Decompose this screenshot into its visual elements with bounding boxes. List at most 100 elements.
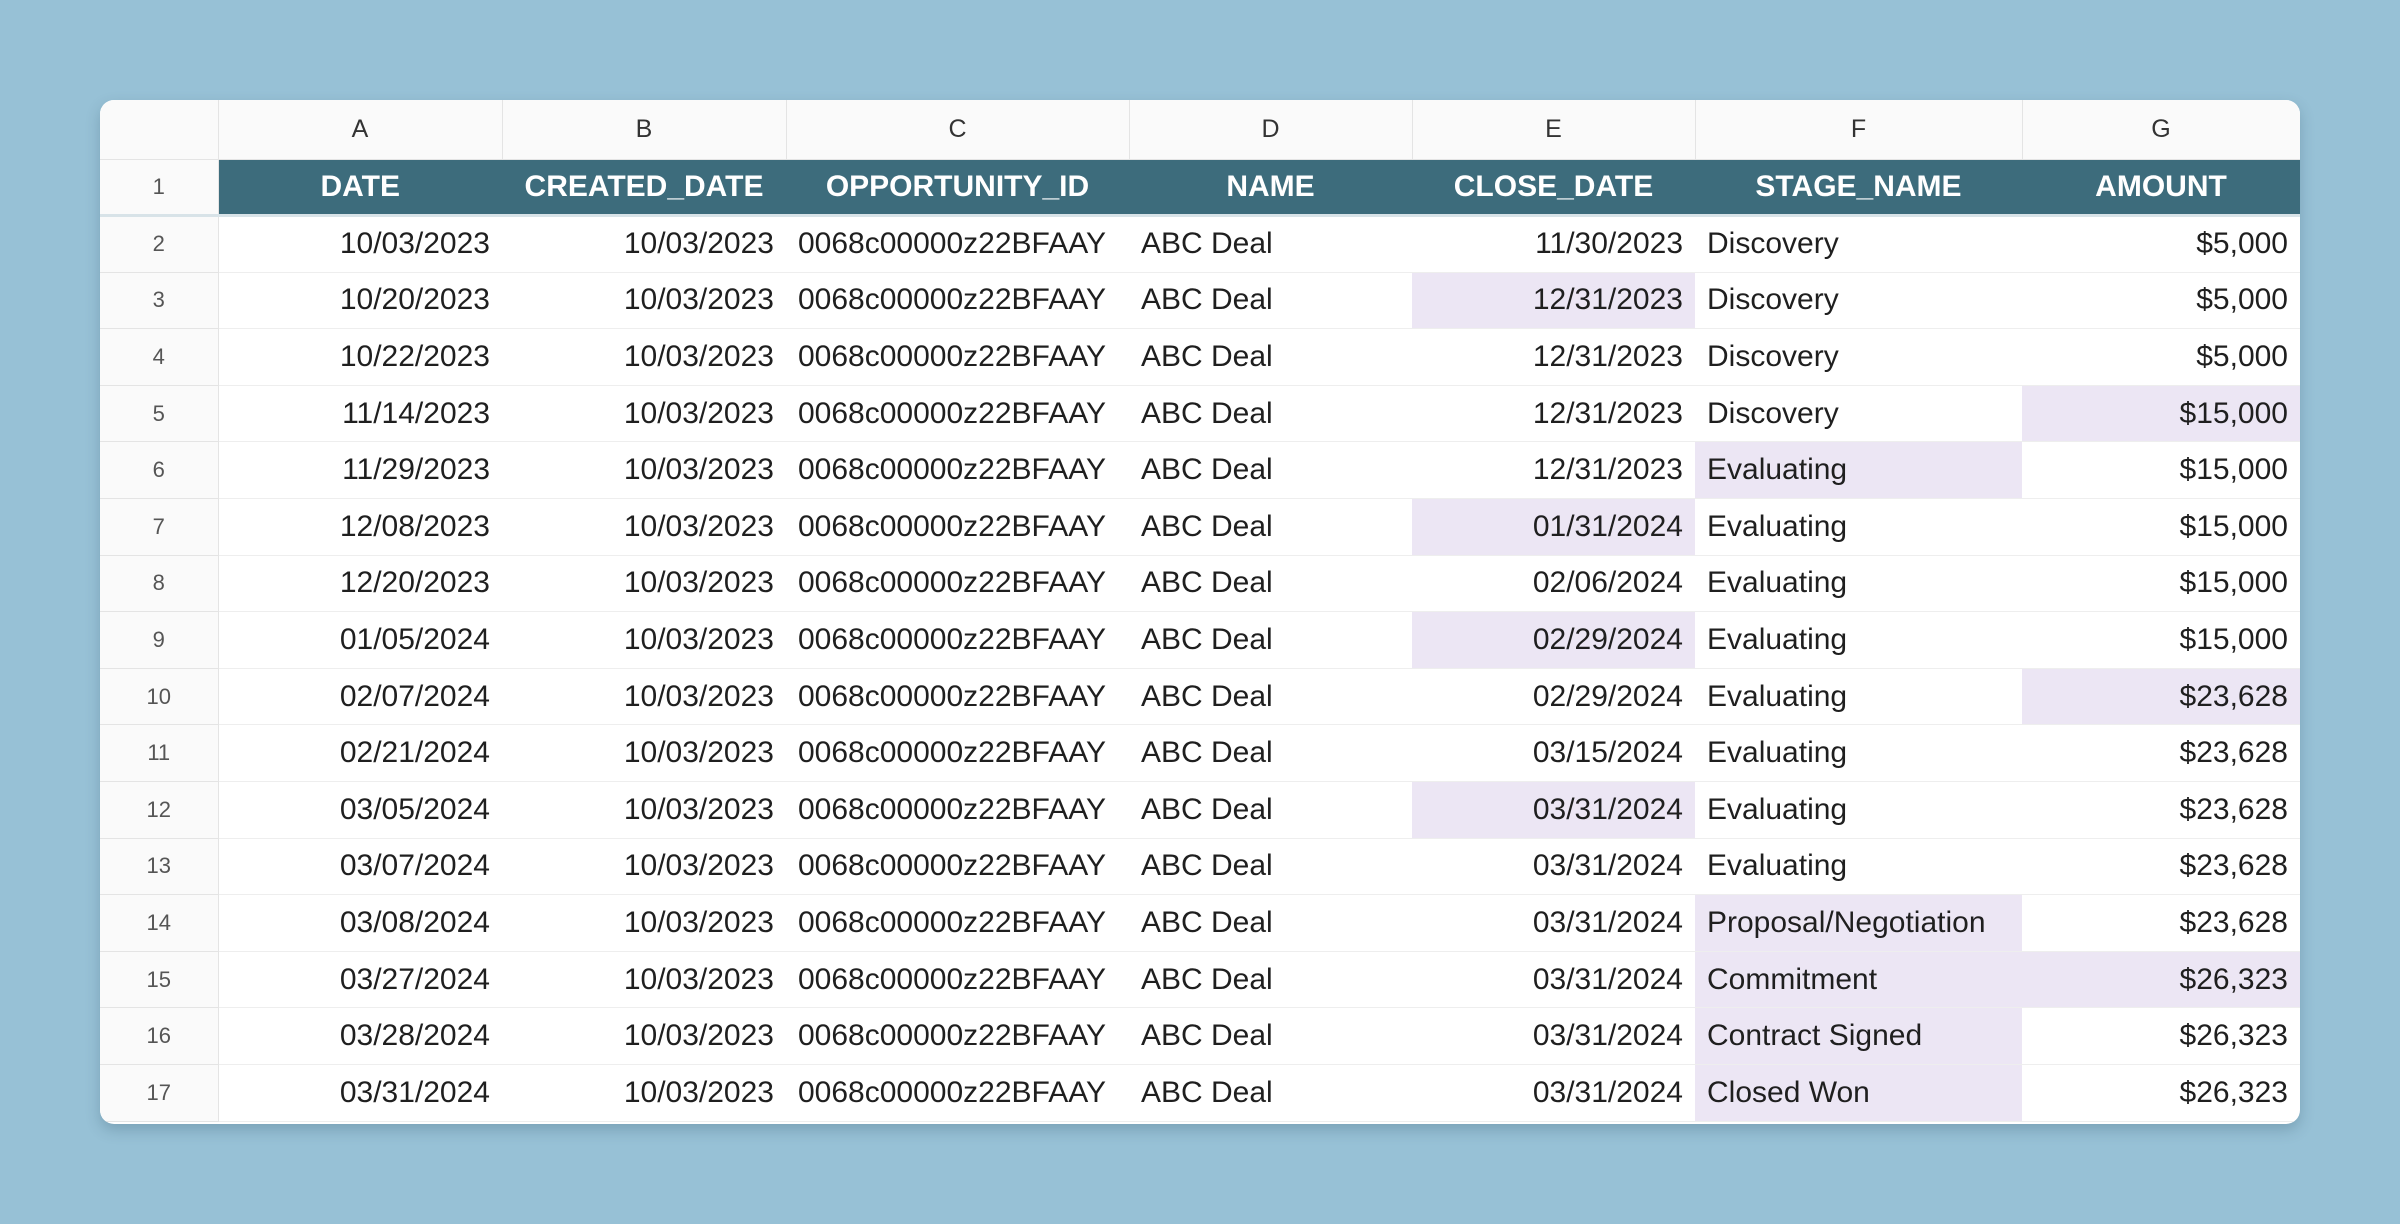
cell-date[interactable]: 10/20/2023 (218, 272, 502, 330)
cell-amount[interactable]: $15,000 (2022, 555, 2300, 613)
select-all-corner[interactable] (100, 100, 219, 160)
cell-created-date[interactable]: 10/03/2023 (502, 215, 786, 273)
cell-stage-name[interactable]: Proposal/Negotiation (1695, 894, 2022, 952)
cell-name[interactable]: ABC Deal (1129, 385, 1412, 443)
cell-amount[interactable]: $23,628 (2022, 781, 2300, 839)
cell-amount[interactable]: $23,628 (2022, 838, 2300, 896)
cell-opportunity-id[interactable]: 0068c00000z22BFAAY (786, 215, 1129, 273)
cell-name[interactable]: ABC Deal (1129, 894, 1412, 952)
cell-opportunity-id[interactable]: 0068c00000z22BFAAY (786, 1007, 1129, 1065)
cell-close-date[interactable]: 12/31/2023 (1412, 272, 1695, 330)
cell-close-date[interactable]: 02/29/2024 (1412, 611, 1695, 669)
column-letter-e[interactable]: E (1412, 100, 1696, 160)
cell-stage-name[interactable]: Closed Won (1695, 1064, 2022, 1122)
cell-amount[interactable]: $15,000 (2022, 385, 2300, 443)
cell-name[interactable]: ABC Deal (1129, 498, 1412, 556)
header-opportunity-id[interactable]: OPPORTUNITY_ID (786, 159, 1129, 216)
cell-stage-name[interactable]: Discovery (1695, 385, 2022, 443)
header-created-date[interactable]: CREATED_DATE (502, 159, 786, 216)
cell-close-date[interactable]: 02/06/2024 (1412, 555, 1695, 613)
row-number[interactable]: 14 (100, 894, 219, 952)
cell-stage-name[interactable]: Contract Signed (1695, 1007, 2022, 1065)
cell-stage-name[interactable]: Commitment (1695, 951, 2022, 1009)
cell-amount[interactable]: $15,000 (2022, 498, 2300, 556)
cell-stage-name[interactable]: Evaluating (1695, 781, 2022, 839)
row-number[interactable]: 13 (100, 838, 219, 896)
row-number[interactable]: 3 (100, 272, 219, 330)
row-number[interactable]: 9 (100, 611, 219, 669)
row-number[interactable]: 2 (100, 215, 219, 273)
cell-date[interactable]: 01/05/2024 (218, 611, 502, 669)
cell-date[interactable]: 10/03/2023 (218, 215, 502, 273)
cell-stage-name[interactable]: Evaluating (1695, 441, 2022, 500)
cell-name[interactable]: ABC Deal (1129, 724, 1412, 783)
cell-close-date[interactable]: 03/31/2024 (1412, 951, 1695, 1009)
cell-name[interactable]: ABC Deal (1129, 1007, 1412, 1065)
cell-created-date[interactable]: 10/03/2023 (502, 781, 786, 839)
cell-opportunity-id[interactable]: 0068c00000z22BFAAY (786, 951, 1129, 1009)
cell-created-date[interactable]: 10/03/2023 (502, 272, 786, 330)
row-number[interactable]: 1 (100, 159, 219, 217)
column-letter-f[interactable]: F (1695, 100, 2023, 160)
cell-close-date[interactable]: 03/31/2024 (1412, 1064, 1695, 1122)
column-letter-c[interactable]: C (786, 100, 1130, 160)
cell-opportunity-id[interactable]: 0068c00000z22BFAAY (786, 555, 1129, 613)
cell-created-date[interactable]: 10/03/2023 (502, 555, 786, 613)
cell-date[interactable]: 11/14/2023 (218, 385, 502, 443)
cell-stage-name[interactable]: Evaluating (1695, 724, 2022, 783)
cell-date[interactable]: 03/05/2024 (218, 781, 502, 839)
cell-opportunity-id[interactable]: 0068c00000z22BFAAY (786, 894, 1129, 952)
cell-opportunity-id[interactable]: 0068c00000z22BFAAY (786, 272, 1129, 330)
cell-close-date[interactable]: 03/31/2024 (1412, 894, 1695, 952)
cell-amount[interactable]: $26,323 (2022, 1064, 2300, 1122)
cell-date[interactable]: 02/07/2024 (218, 668, 502, 726)
row-number[interactable]: 5 (100, 385, 219, 443)
cell-close-date[interactable]: 02/29/2024 (1412, 668, 1695, 726)
cell-stage-name[interactable]: Discovery (1695, 328, 2022, 386)
cell-opportunity-id[interactable]: 0068c00000z22BFAAY (786, 1064, 1129, 1122)
cell-opportunity-id[interactable]: 0068c00000z22BFAAY (786, 328, 1129, 386)
cell-name[interactable]: ABC Deal (1129, 838, 1412, 896)
cell-close-date[interactable]: 11/30/2023 (1412, 215, 1695, 273)
cell-date[interactable]: 03/31/2024 (218, 1064, 502, 1122)
cell-created-date[interactable]: 10/03/2023 (502, 1007, 786, 1065)
cell-amount[interactable]: $26,323 (2022, 951, 2300, 1009)
cell-amount[interactable]: $5,000 (2022, 328, 2300, 386)
cell-opportunity-id[interactable]: 0068c00000z22BFAAY (786, 385, 1129, 443)
row-number[interactable]: 16 (100, 1007, 219, 1065)
header-stage-name[interactable]: STAGE_NAME (1695, 159, 2022, 216)
cell-date[interactable]: 03/27/2024 (218, 951, 502, 1009)
cell-date[interactable]: 02/21/2024 (218, 724, 502, 783)
cell-name[interactable]: ABC Deal (1129, 781, 1412, 839)
cell-date[interactable]: 03/08/2024 (218, 894, 502, 952)
row-number[interactable]: 11 (100, 724, 219, 783)
cell-name[interactable]: ABC Deal (1129, 668, 1412, 726)
cell-stage-name[interactable]: Discovery (1695, 272, 2022, 330)
row-number[interactable]: 17 (100, 1064, 219, 1122)
row-number[interactable]: 4 (100, 328, 219, 386)
row-number[interactable]: 15 (100, 951, 219, 1009)
header-amount[interactable]: AMOUNT (2022, 159, 2300, 216)
row-number[interactable]: 10 (100, 668, 219, 726)
cell-amount[interactable]: $23,628 (2022, 724, 2300, 783)
cell-amount[interactable]: $23,628 (2022, 668, 2300, 726)
cell-amount[interactable]: $5,000 (2022, 215, 2300, 273)
cell-date[interactable]: 12/20/2023 (218, 555, 502, 613)
cell-close-date[interactable]: 03/31/2024 (1412, 838, 1695, 896)
cell-amount[interactable]: $26,323 (2022, 1007, 2300, 1065)
cell-created-date[interactable]: 10/03/2023 (502, 385, 786, 443)
cell-created-date[interactable]: 10/03/2023 (502, 951, 786, 1009)
cell-name[interactable]: ABC Deal (1129, 611, 1412, 669)
cell-created-date[interactable]: 10/03/2023 (502, 328, 786, 386)
cell-created-date[interactable]: 10/03/2023 (502, 441, 786, 500)
row-number[interactable]: 7 (100, 498, 219, 556)
cell-close-date[interactable]: 12/31/2023 (1412, 441, 1695, 500)
cell-date[interactable]: 10/22/2023 (218, 328, 502, 386)
cell-opportunity-id[interactable]: 0068c00000z22BFAAY (786, 838, 1129, 896)
cell-opportunity-id[interactable]: 0068c00000z22BFAAY (786, 498, 1129, 556)
cell-opportunity-id[interactable]: 0068c00000z22BFAAY (786, 611, 1129, 669)
cell-name[interactable]: ABC Deal (1129, 1064, 1412, 1122)
cell-name[interactable]: ABC Deal (1129, 328, 1412, 386)
cell-close-date[interactable]: 03/31/2024 (1412, 1007, 1695, 1065)
cell-created-date[interactable]: 10/03/2023 (502, 1064, 786, 1122)
